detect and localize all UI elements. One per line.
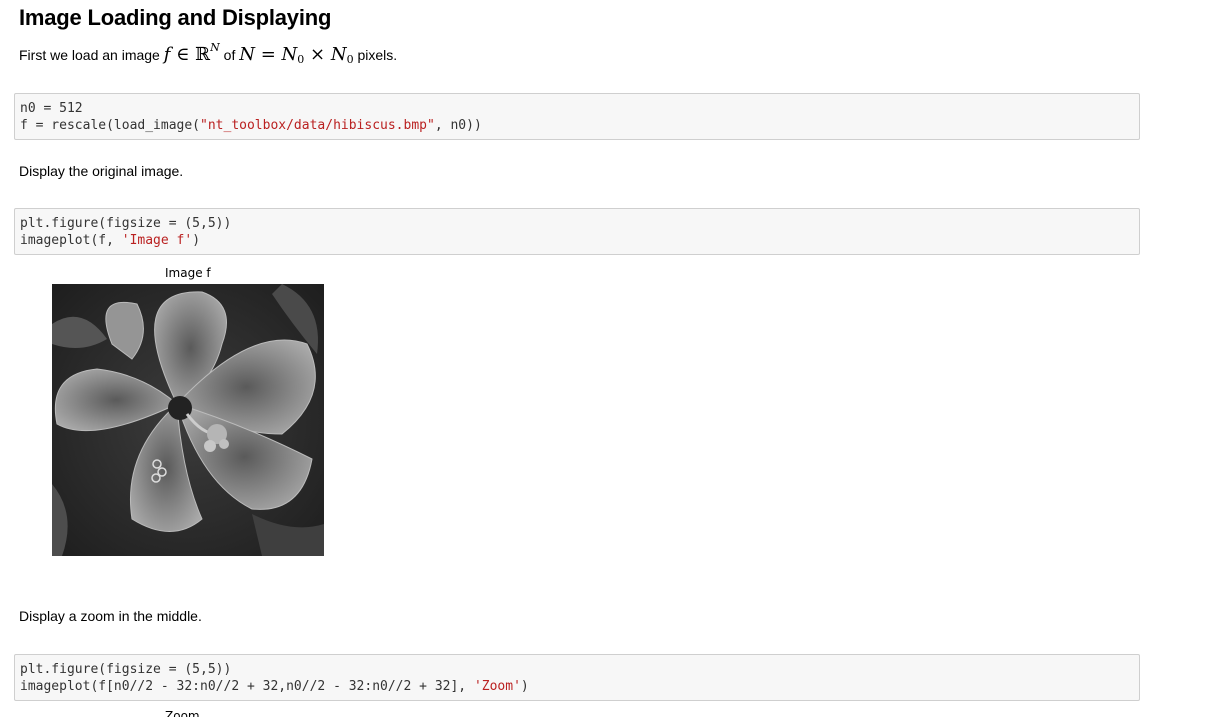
math-N-equals: N = N0 × N0: [239, 44, 354, 66]
markdown-text: Display the original image.: [19, 163, 184, 179]
code-line: plt.figure(figsize = (5,5)): [20, 216, 232, 231]
figure-title: Image f: [165, 266, 211, 280]
intro-suffix: pixels.: [357, 47, 398, 63]
code-cell-zoom[interactable]: plt.figure(figsize = (5,5)) imageplot(f[…: [14, 654, 1140, 701]
image-render: [52, 284, 324, 556]
code-cell-display[interactable]: plt.figure(figsize = (5,5)) imageplot(f,…: [14, 208, 1140, 255]
code-line: ): [520, 679, 529, 694]
intro-paragraph: First we load an image f ∈ ℝN of N = N0 …: [19, 41, 397, 66]
intro-prefix: First we load an image: [19, 47, 160, 63]
hibiscus-grayscale-image: [52, 284, 324, 556]
notebook-page: Image Loading and Displaying First we lo…: [0, 0, 1206, 717]
code-line: imageplot(f[n0//2 - 32:n0//2 + 32,n0//2 …: [20, 679, 474, 694]
intro-of: of: [223, 47, 236, 63]
code-line: imageplot(f,: [20, 233, 122, 248]
markdown-text: Display a zoom in the middle.: [19, 608, 202, 624]
code-line: , n0)): [434, 118, 482, 133]
code-line: ): [192, 233, 201, 248]
figure-title-zoom: Zoom: [165, 709, 200, 717]
math-f-in-R: f ∈ ℝN: [163, 41, 220, 65]
code-line: f = rescale(load_image(: [20, 118, 201, 133]
code-line: n0 = 512: [20, 101, 83, 116]
code-cell-load[interactable]: n0 = 512 f = rescale(load_image("nt_tool…: [14, 93, 1140, 140]
code-string: 'Image f': [121, 233, 193, 248]
code-string: "nt_toolbox/data/hibiscus.bmp": [200, 118, 435, 133]
section-heading: Image Loading and Displaying: [19, 5, 332, 30]
code-string: 'Zoom': [473, 679, 521, 694]
code-line: plt.figure(figsize = (5,5)): [20, 662, 232, 677]
